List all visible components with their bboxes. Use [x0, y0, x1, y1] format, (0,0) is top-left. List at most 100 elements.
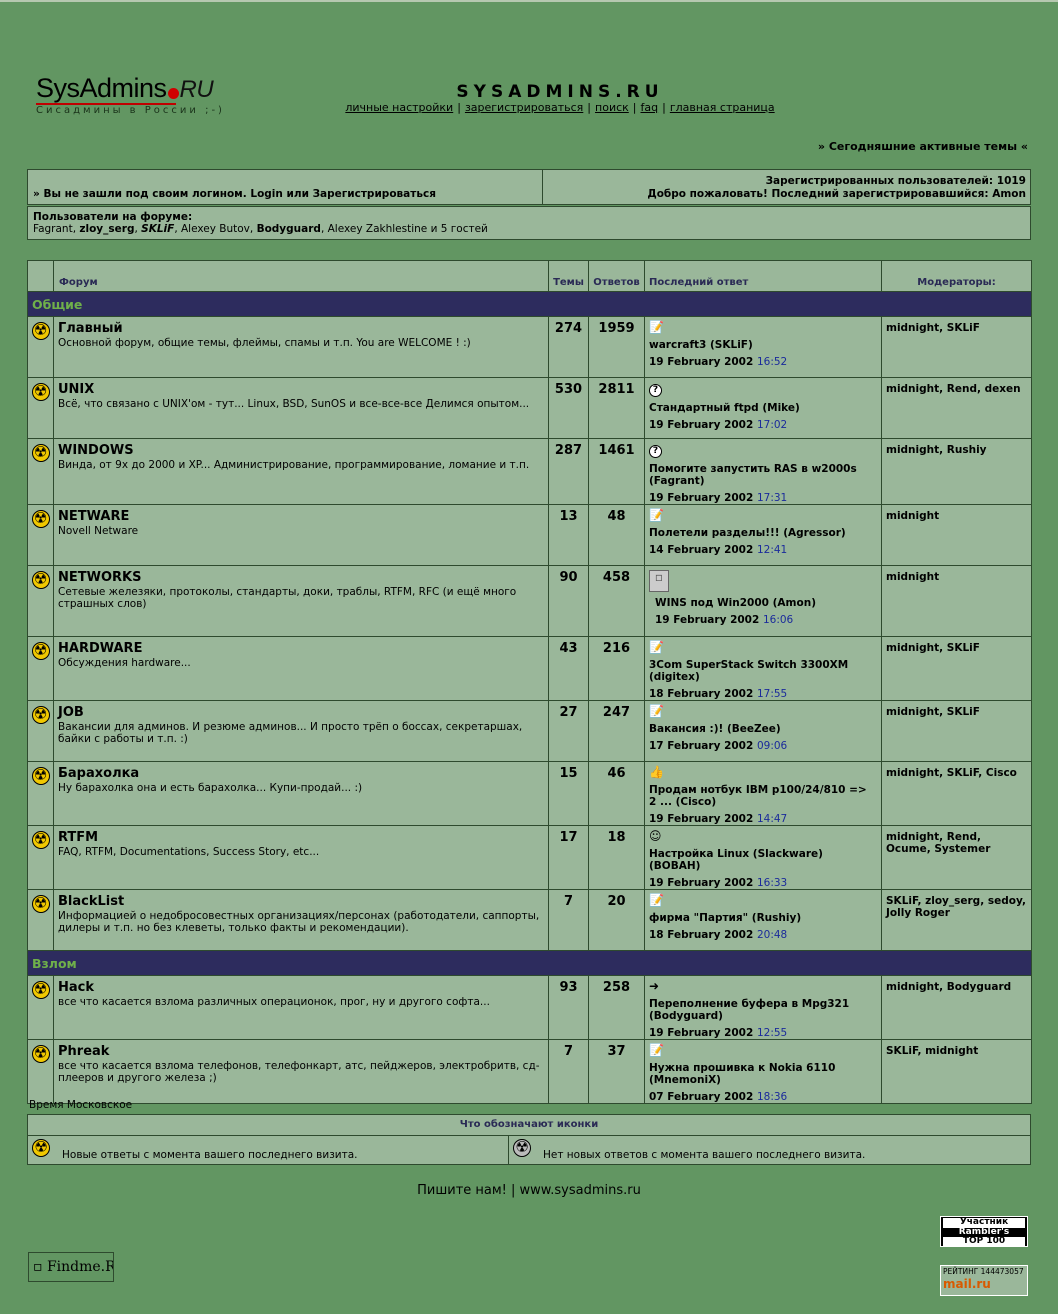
- forum-moderators[interactable]: midnight, SKLiF: [881, 636, 1032, 701]
- forum-row: UNIX Всё, что связано с UNIX'ом - тут...…: [27, 377, 1032, 439]
- last-post-date: 19 February 2002: [649, 813, 754, 825]
- last-post-date: 18 February 2002: [649, 688, 754, 700]
- replies-count: 18: [588, 825, 645, 890]
- last-post-title-link[interactable]: Продам нотбук IBM p100/24/810 => 2 ... (…: [649, 784, 877, 808]
- forum-moderators[interactable]: midnight, SKLiF: [881, 700, 1032, 762]
- forum-row: WINDOWS Винда, от 9x до 2000 и XP... Адм…: [27, 438, 1032, 505]
- online-user[interactable]: zloy_serg: [79, 223, 134, 235]
- forum-name-link[interactable]: WINDOWS: [58, 443, 544, 458]
- new-posts-icon: [31, 894, 50, 913]
- topics-count: 15: [548, 761, 589, 826]
- forum-moderators[interactable]: midnight: [881, 504, 1032, 566]
- note-icon: 📝: [649, 704, 664, 718]
- last-post-date: 19 February 2002: [649, 419, 754, 431]
- last-post-time-link[interactable]: 18:36: [757, 1091, 787, 1103]
- last-post-title-link[interactable]: Полетели разделы!!! (Agressor): [649, 527, 877, 539]
- last-post-title-link[interactable]: Вакансия :)! (BeeZee): [649, 723, 877, 735]
- last-post-title-link[interactable]: Помогите запустить RAS в w2000s (Fagrant…: [649, 463, 877, 487]
- last-post-time-link[interactable]: 17:55: [757, 688, 787, 700]
- last-post-date: 18 February 2002: [649, 929, 754, 941]
- last-post-time-link[interactable]: 17:31: [757, 492, 787, 504]
- forum-row: Барахолка Ну барахолка она и есть барахо…: [27, 761, 1032, 826]
- forum-name-link[interactable]: JOB: [58, 705, 544, 720]
- last-post-title-link[interactable]: фирма "Партия" (Rushiy): [649, 912, 877, 924]
- last-post-date: 19 February 2002: [649, 877, 754, 889]
- forum-description: FAQ, RTFM, Documentations, Success Story…: [58, 846, 320, 858]
- forum-name-link[interactable]: Hack: [58, 980, 544, 995]
- header-forum: Форум: [53, 260, 549, 292]
- forum-description: Обсуждения hardware...: [58, 657, 191, 669]
- forum-description: Основной форум, общие темы, флеймы, спам…: [58, 337, 471, 349]
- last-post-title-link[interactable]: 3Com SuperStack Switch 3300XM (digitex): [649, 659, 877, 683]
- forum-moderators[interactable]: midnight, Rend, dexen: [881, 377, 1032, 439]
- forum-name-link[interactable]: UNIX: [58, 382, 544, 397]
- today-active-topics-link[interactable]: » Сегодняшние активные темы «: [818, 140, 1028, 153]
- last-post-title-link[interactable]: Настройка Linux (Slackware) (ВОВАН): [649, 848, 877, 872]
- forum-name-link[interactable]: Барахолка: [58, 766, 544, 781]
- nav-home-link[interactable]: главная страница: [670, 101, 775, 114]
- forum-moderators[interactable]: midnight, SKLiF: [881, 316, 1032, 378]
- category-title[interactable]: Взлом: [28, 956, 77, 971]
- footer-contact[interactable]: Пишите нам! | www.sysadmins.ru: [0, 1183, 1058, 1198]
- last-post-time-link[interactable]: 16:06: [763, 614, 793, 626]
- last-post-title-link[interactable]: Переполнение буфера в Mpg321 (Bodyguard): [649, 998, 877, 1022]
- replies-count: 20: [588, 889, 645, 951]
- last-post-time-link[interactable]: 17:02: [757, 419, 787, 431]
- arrow-icon: ➜: [649, 979, 660, 993]
- forum-moderators[interactable]: midnight: [881, 565, 1032, 637]
- last-post-time-link[interactable]: 12:55: [757, 1027, 787, 1039]
- forum-moderators[interactable]: midnight, Rushiy: [881, 438, 1032, 505]
- forum-moderators[interactable]: SKLiF, midnight: [881, 1039, 1032, 1104]
- question-icon: ?: [649, 445, 662, 458]
- nav-faq-link[interactable]: faq: [641, 101, 659, 114]
- login-notice[interactable]: » Вы не зашли под своим логином. Login и…: [33, 188, 436, 200]
- forum-name-link[interactable]: Главный: [58, 321, 544, 336]
- header-topics: Темы: [548, 260, 589, 292]
- online-user[interactable]: Bodyguard: [257, 223, 321, 235]
- topics-count: 90: [548, 565, 589, 637]
- last-post-time-link[interactable]: 14:47: [757, 813, 787, 825]
- forum-name-link[interactable]: NETWORKS: [58, 570, 544, 585]
- findme-badge[interactable]: ▫ Findme.R: [28, 1252, 114, 1282]
- forum-name-link[interactable]: NETWARE: [58, 509, 544, 524]
- rambler-top100-badge[interactable]: Участник Rambler's TOP 100: [940, 1216, 1028, 1247]
- note-icon: 📝: [649, 640, 664, 654]
- last-post-title-link[interactable]: Нужна прошивка к Nokia 6110 (MnemoniX): [649, 1062, 877, 1086]
- legend-no-new-posts: Нет новых ответов с момента вашего после…: [543, 1149, 866, 1161]
- online-user[interactable]: SKLiF: [141, 223, 174, 235]
- forum-name-link[interactable]: BlackList: [58, 894, 544, 909]
- nav-search-link[interactable]: поиск: [595, 101, 629, 114]
- note-icon: 📝: [649, 320, 664, 334]
- category-title[interactable]: Общие: [28, 297, 82, 312]
- top-nav: личные настройки | зарегистрироваться | поис…: [345, 101, 775, 114]
- forum-moderators[interactable]: midnight, Bodyguard: [881, 975, 1032, 1040]
- legend-title: Что обозначают иконки: [28, 1115, 1030, 1136]
- timezone-note: Время Московское: [29, 1099, 133, 1111]
- forum-name-link[interactable]: Phreak: [58, 1044, 544, 1059]
- mailru-rating-badge[interactable]: РЕЙТИНГ 144473057 mail.ru: [940, 1265, 1028, 1296]
- last-post-title-link[interactable]: Стандартный ftpd (Mike): [649, 402, 877, 414]
- login-info-box: » Вы не зашли под своим логином. Login и…: [27, 169, 1031, 205]
- forum-moderators[interactable]: midnight, Rend, Ocume, Systemer: [881, 825, 1032, 890]
- last-post-time-link[interactable]: 20:48: [757, 929, 787, 941]
- last-post-time-link[interactable]: 12:41: [757, 544, 787, 556]
- forum-row: BlackList Информацией о недобросовестных…: [27, 889, 1032, 951]
- forum-moderators[interactable]: SKLiF, zloy_serg, sedoy, Jolly Roger: [881, 889, 1032, 951]
- last-post-time-link[interactable]: 09:06: [757, 740, 787, 752]
- forum-row: NETWARE Novell Netware 13 48 📝 Полетели …: [27, 504, 1032, 566]
- category-row: Взлом: [27, 950, 1032, 976]
- nav-register-link[interactable]: зарегистрироваться: [465, 101, 583, 114]
- topics-count: 13: [548, 504, 589, 566]
- forum-name-link[interactable]: HARDWARE: [58, 641, 544, 656]
- last-post-date: 19 February 2002: [655, 614, 760, 626]
- last-post-title-link[interactable]: WINS под Win2000 (Amon): [649, 597, 877, 609]
- topics-count: 43: [548, 636, 589, 701]
- last-post-time-link[interactable]: 16:33: [757, 877, 787, 889]
- site-logo[interactable]: SysAdmins RU Сисадмины в России ;-): [36, 74, 236, 118]
- last-post-time-link[interactable]: 16:52: [757, 356, 787, 368]
- forum-name-link[interactable]: RTFM: [58, 830, 544, 845]
- nav-profile-link[interactable]: личные настройки: [345, 101, 453, 114]
- forum-row: Главный Основной форум, общие темы, флей…: [27, 316, 1032, 378]
- forum-moderators[interactable]: midnight, SKLiF, Cisco: [881, 761, 1032, 826]
- last-post-title-link[interactable]: warcraft3 (SKLiF): [649, 339, 877, 351]
